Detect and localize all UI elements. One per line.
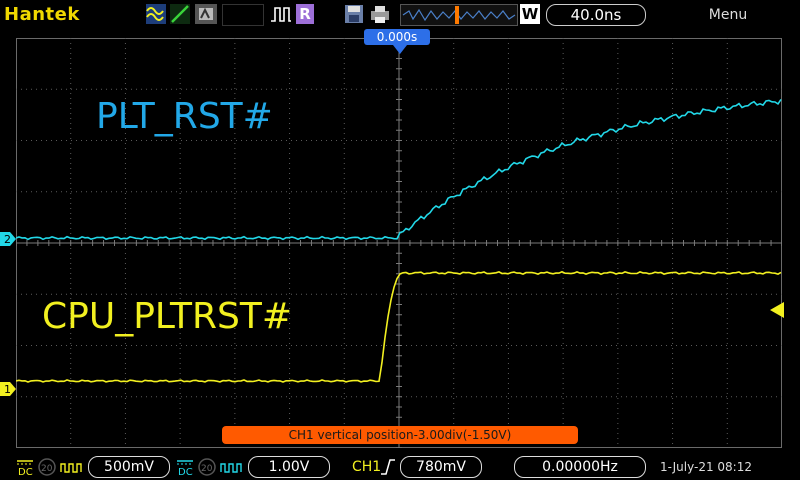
trigger-time-readout[interactable]: 0.000s [364, 29, 430, 45]
brand-logo: Hantek [4, 4, 80, 25]
svg-text:20: 20 [41, 464, 53, 474]
trigger-level[interactable]: 780mV [400, 456, 482, 478]
ch1-bw-icon [60, 463, 82, 473]
ch1-probe-icon: 20 [38, 458, 56, 476]
empty-slot [222, 4, 264, 26]
memory-position-bar[interactable] [400, 4, 518, 26]
save-icon[interactable] [344, 4, 364, 24]
window-indicator[interactable]: W [520, 4, 540, 24]
status-bar: DC 20 500mV DC 20 1.00V CH1 780mV 0.0000… [0, 452, 800, 480]
rising-edge-icon [381, 459, 395, 475]
status-notice: CH1 vertical position-3.00div(-1.50V) [222, 426, 578, 444]
svg-text:20: 20 [201, 464, 213, 474]
ch2-signal-label: PLT_RST# [96, 96, 273, 137]
top-bar: Hantek R W 40.0ns Menu [0, 0, 800, 30]
menu-button[interactable]: Menu [690, 7, 766, 23]
ch1-volts-div[interactable]: 500mV [88, 456, 170, 478]
ch2-bw-icon [220, 463, 242, 473]
trigger-frequency: 0.00000Hz [514, 456, 646, 478]
print-icon[interactable] [370, 4, 390, 24]
ch2-probe-icon: 20 [198, 458, 216, 476]
ch1-dc-coupling-icon: DC [17, 460, 33, 476]
ac-wave-icon[interactable] [146, 4, 166, 24]
ch1-ground-marker[interactable]: 1 [0, 382, 16, 396]
svg-text:DC: DC [18, 467, 33, 476]
timebase-readout[interactable]: 40.0ns [546, 4, 646, 26]
trigger-position-icon [393, 45, 407, 54]
svg-text:2: 2 [4, 233, 11, 246]
ch2-dc-coupling-icon: DC [177, 460, 193, 476]
ch1-signal-label: CPU_PLTRST# [42, 296, 293, 337]
ramp-icon[interactable] [170, 4, 190, 24]
svg-text:DC: DC [178, 467, 193, 476]
svg-text:1: 1 [4, 383, 11, 396]
datetime: 1-July-21 08:12 [660, 460, 752, 474]
trigger-source[interactable]: CH1 [352, 459, 381, 475]
ch2-volts-div[interactable]: 1.00V [248, 456, 330, 478]
persist-icon[interactable] [195, 4, 217, 24]
ch2-ground-marker[interactable]: 2 [0, 232, 16, 246]
trigger-marker-icon[interactable] [770, 302, 784, 318]
run-mode-badge[interactable]: R [296, 4, 314, 24]
pulse-icon[interactable] [270, 4, 292, 24]
